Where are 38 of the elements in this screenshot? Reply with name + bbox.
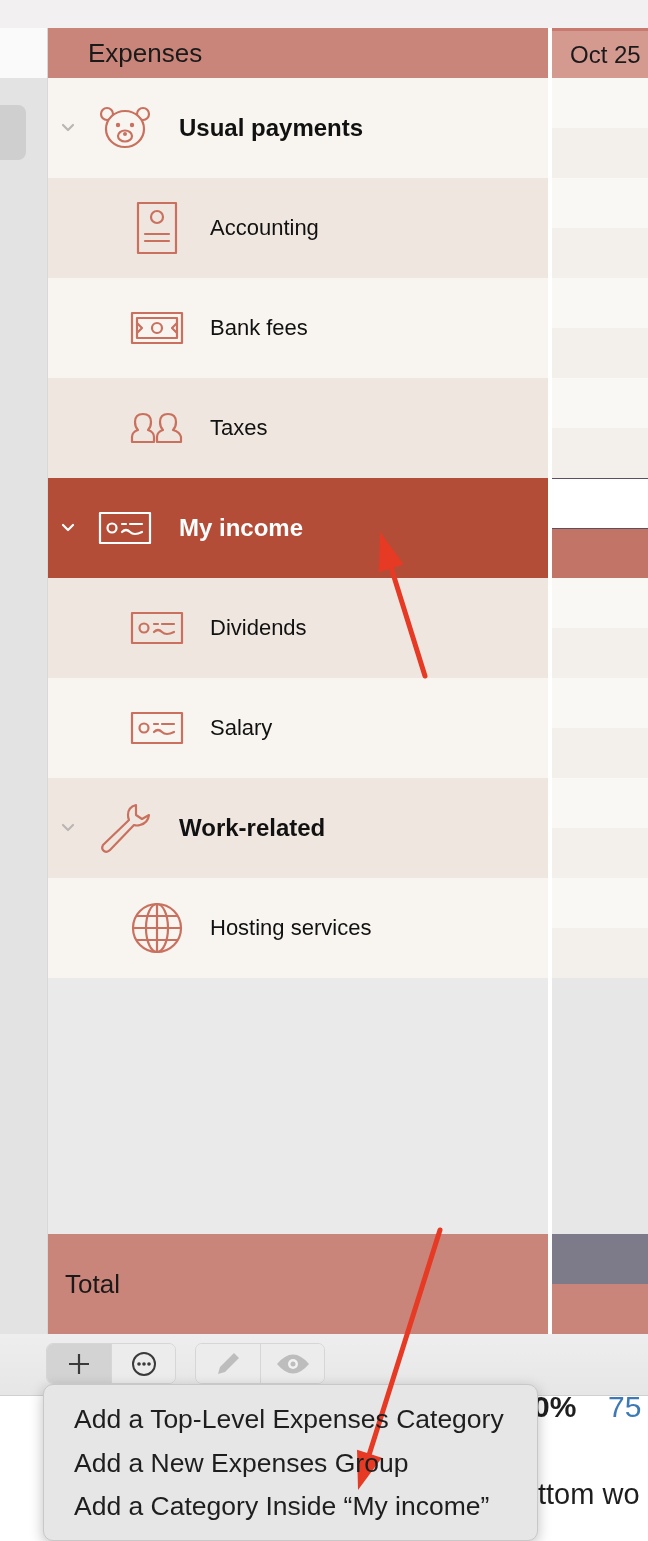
- people-icon: [130, 412, 184, 444]
- category-row[interactable]: Bank fees: [48, 278, 548, 378]
- category-row[interactable]: Accounting: [48, 178, 548, 278]
- page-text: 75: [608, 1390, 642, 1424]
- bear-icon: [98, 105, 152, 151]
- sidebar-header: [0, 28, 47, 78]
- category-row[interactable]: My income: [48, 478, 548, 578]
- menu-item[interactable]: Add a Category Inside “My income”: [44, 1486, 537, 1530]
- category-label: Taxes: [210, 415, 268, 441]
- category-label: Usual payments: [179, 114, 364, 142]
- category-label: Work-related: [179, 814, 326, 842]
- banknote-icon: [130, 311, 184, 345]
- globe-icon: [130, 901, 184, 955]
- plus-icon: [67, 1351, 91, 1376]
- category-row[interactable]: Work-related: [48, 778, 548, 878]
- wrench-icon: [98, 801, 152, 855]
- category-label: Dividends: [210, 615, 307, 641]
- category-label: Accounting: [210, 215, 319, 241]
- category-label: Salary: [210, 715, 273, 741]
- cheque-icon: [130, 711, 184, 745]
- category-label: Hosting services: [210, 915, 372, 941]
- page-text: ttom wo: [538, 1478, 640, 1511]
- category-row[interactable]: Usual payments: [48, 78, 548, 178]
- eye-icon: [275, 1352, 310, 1375]
- column-header: Oct 25: [552, 28, 648, 78]
- more-button[interactable]: [111, 1344, 175, 1383]
- total-label: Total: [48, 1234, 548, 1334]
- category-row[interactable]: Taxes: [48, 378, 548, 478]
- category-label: My income: [179, 514, 304, 542]
- category-row[interactable]: Dividends: [48, 578, 548, 678]
- ellipsis-icon: [130, 1350, 157, 1377]
- cheque-icon: [98, 511, 152, 545]
- column-header: Expenses: [48, 28, 548, 78]
- category-row[interactable]: Hosting services: [48, 878, 548, 978]
- category-label: Bank fees: [210, 315, 308, 341]
- add-button[interactable]: [47, 1344, 111, 1383]
- cheque-icon: [130, 611, 184, 645]
- category-row[interactable]: Salary: [48, 678, 548, 778]
